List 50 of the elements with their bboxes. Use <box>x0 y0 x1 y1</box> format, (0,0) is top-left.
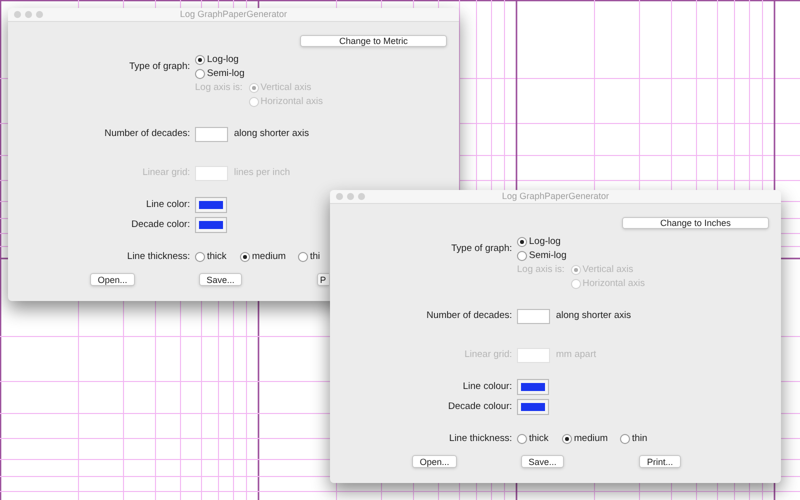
radio-button[interactable] <box>240 252 250 262</box>
action-button[interactable]: Save... <box>521 455 564 468</box>
radio-option[interactable]: thick <box>517 432 562 446</box>
radio-option[interactable]: Log-log <box>517 235 566 249</box>
action-button[interactable]: Save... <box>199 273 242 286</box>
radio-option[interactable]: thick <box>195 250 240 264</box>
field-label: Line colour: <box>462 380 513 394</box>
radio-button[interactable] <box>517 434 527 444</box>
radio-option[interactable]: thin <box>620 432 670 446</box>
input-field[interactable] <box>195 166 228 181</box>
action-button[interactable]: Print... <box>639 455 681 468</box>
action-button[interactable]: Open... <box>412 455 457 468</box>
field-label: Type of graph: <box>128 60 191 74</box>
field-label: Decade colour: <box>447 400 513 414</box>
field-label: Line thickness: <box>126 250 191 264</box>
radio-button[interactable] <box>517 237 527 247</box>
window-title: Log GraphPaperGenerator <box>180 8 288 21</box>
action-button[interactable]: Open... <box>90 273 135 286</box>
color-well[interactable] <box>195 197 227 213</box>
radio-button[interactable] <box>195 69 205 79</box>
change-units-button[interactable]: Change to Metric <box>300 35 447 47</box>
field-label: Type of graph: <box>450 242 513 256</box>
color-well[interactable] <box>517 379 549 395</box>
field-hint: along shorter axis <box>234 127 309 142</box>
field-label: Line thickness: <box>448 432 513 446</box>
input-field[interactable] <box>195 127 228 142</box>
radio-button[interactable] <box>517 251 527 261</box>
radio-option[interactable]: medium <box>240 250 298 264</box>
field-label: Number of decades: <box>103 127 191 142</box>
window-title: Log GraphPaperGenerator <box>502 190 610 203</box>
radio-option[interactable]: Semi-log <box>195 67 244 81</box>
field-label: Line color: <box>145 198 191 212</box>
radio-option[interactable]: Semi-log <box>517 249 566 263</box>
field-hint: along shorter axis <box>556 309 631 324</box>
radio-button[interactable] <box>620 434 630 444</box>
radio-button[interactable] <box>562 434 572 444</box>
action-button[interactable]: P <box>317 273 329 286</box>
field-label: Number of decades: <box>425 309 513 324</box>
input-field[interactable] <box>517 348 550 363</box>
radio-option[interactable]: Log-log <box>195 53 244 67</box>
radio-option[interactable]: medium <box>562 432 620 446</box>
color-well[interactable] <box>195 217 227 233</box>
field-label: Decade color: <box>130 218 191 232</box>
change-units-button[interactable]: Change to Inches <box>622 217 769 229</box>
color-well[interactable] <box>517 399 549 415</box>
radio-button[interactable] <box>195 55 205 65</box>
input-field[interactable] <box>517 309 550 324</box>
radio-button[interactable] <box>195 252 205 262</box>
radio-option[interactable]: thi <box>298 250 321 264</box>
radio-button[interactable] <box>298 252 308 262</box>
